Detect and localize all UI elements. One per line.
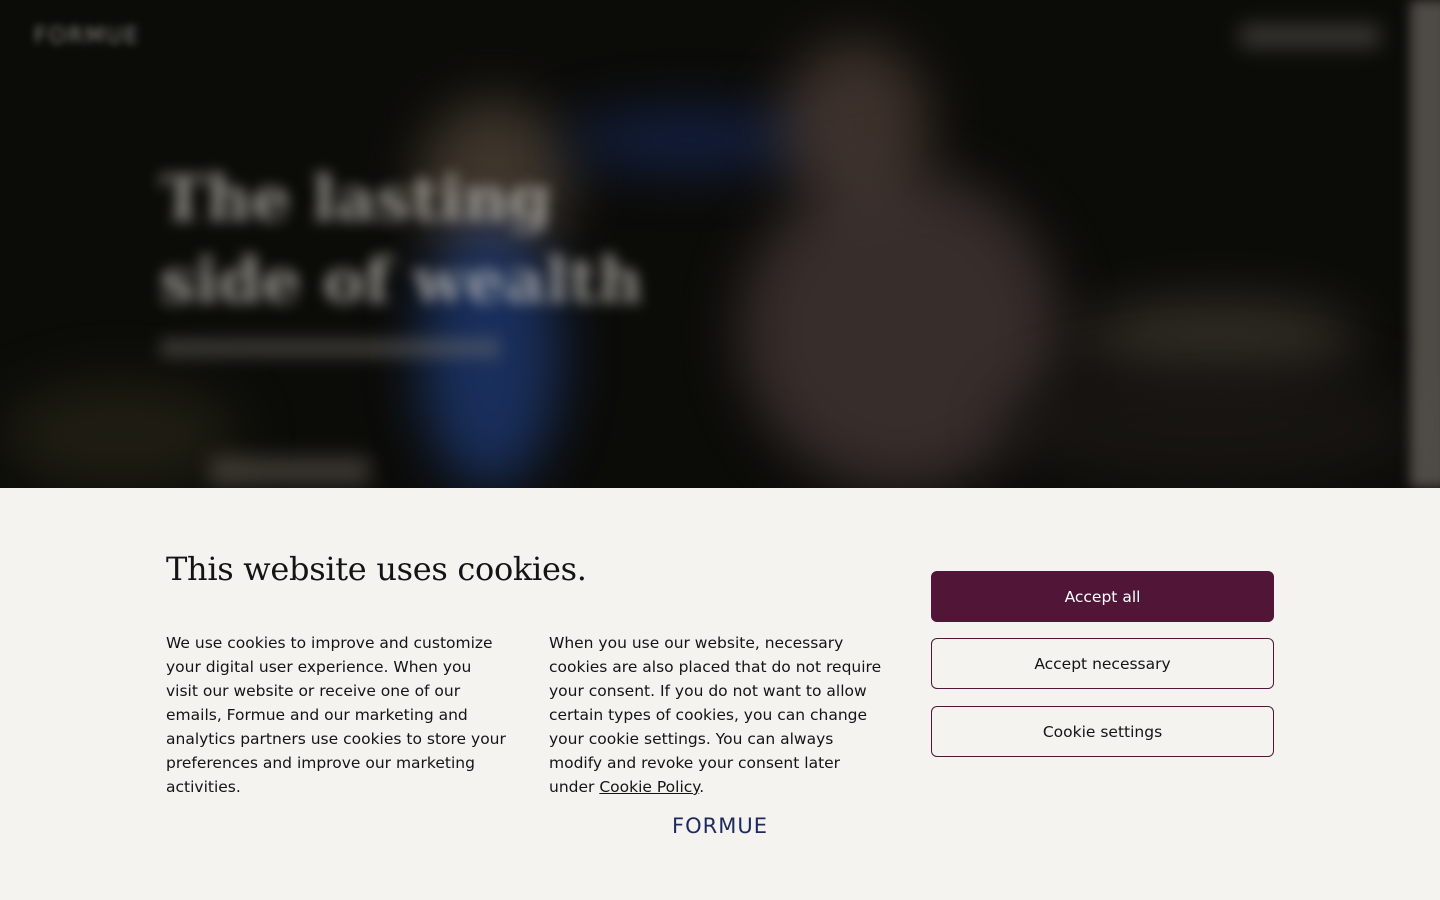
hero-nav-blur: [1240, 24, 1380, 48]
accept-all-button[interactable]: Accept all: [931, 571, 1274, 622]
cookie-banner: This website uses cookies. We use cookie…: [0, 488, 1440, 900]
cookie-description-left: We use cookies to improve and customize …: [166, 634, 506, 796]
cookie-banner-title: This website uses cookies.: [166, 550, 587, 588]
hero-scrollbar-blur: [1410, 0, 1440, 488]
hero-cta-blur: [210, 456, 370, 486]
hero-logo: FORMUE: [34, 24, 141, 49]
hero-background: FORMUE The lasting side of wealth: [0, 0, 1440, 488]
accept-necessary-button[interactable]: Accept necessary: [931, 638, 1274, 689]
formue-logo-text: FORMUE: [672, 814, 768, 836]
formue-logo: FORMUE: [672, 814, 768, 836]
cookie-policy-link[interactable]: Cookie Policy: [599, 778, 699, 796]
cookie-description-right-end: .: [699, 778, 705, 796]
cookie-description-right-text: When you use our website, necessary cook…: [549, 634, 882, 796]
hero-photo-blur: [1000, 360, 1420, 488]
hero-subtitle-blur: [160, 338, 500, 358]
cookie-settings-button[interactable]: Cookie settings: [931, 706, 1274, 757]
cookie-description-right: When you use our website, necessary cook…: [549, 631, 885, 799]
hero-title: The lasting side of wealth: [160, 162, 643, 317]
hero-photo-blur: [0, 380, 240, 488]
